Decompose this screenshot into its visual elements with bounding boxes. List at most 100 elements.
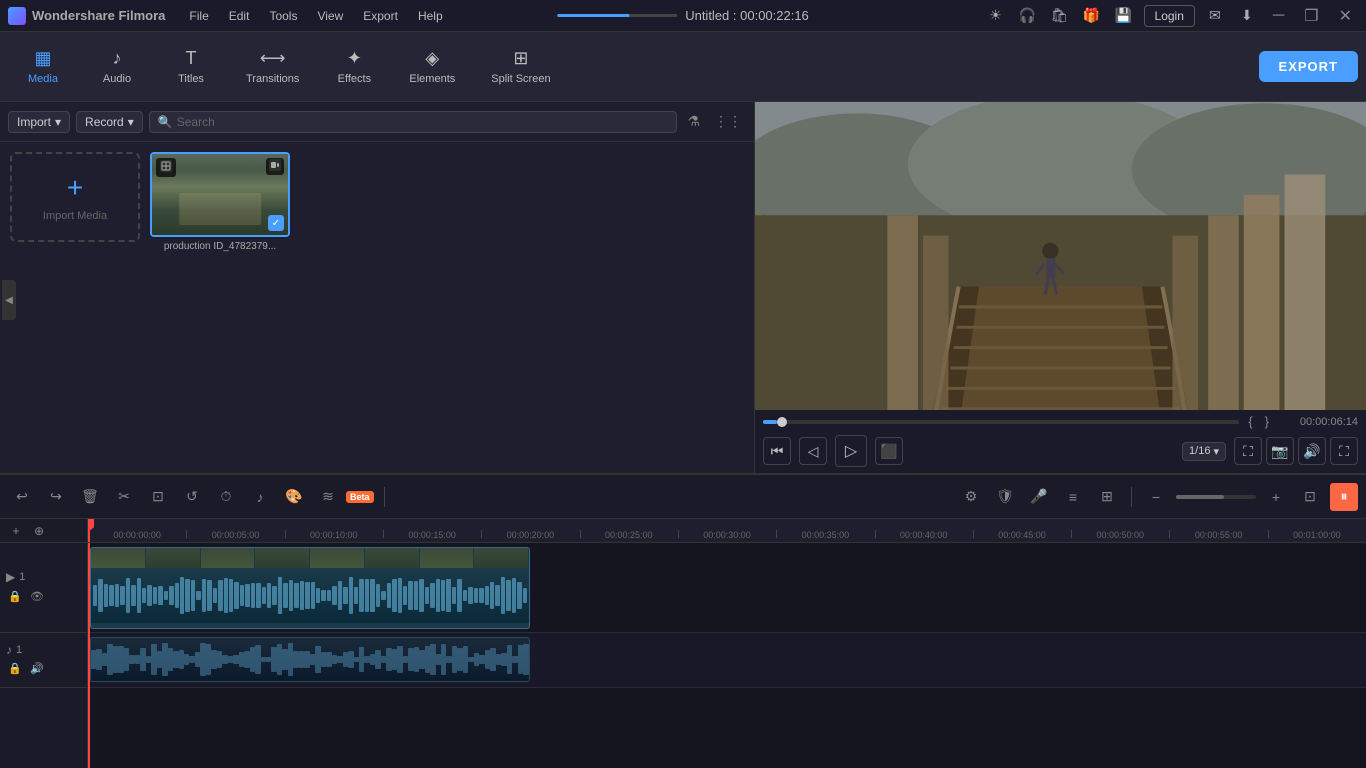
snap-button[interactable]: ⊕ xyxy=(29,521,49,541)
gift2-icon[interactable]: 🎁 xyxy=(1080,4,1104,28)
ruler-tick: 00:00:15:00 xyxy=(383,530,481,540)
mark-out-button[interactable]: } xyxy=(1262,414,1272,429)
timeline-ruler-area: 00:00:00:0000:00:05:0000:00:10:0000:00:1… xyxy=(88,519,1366,768)
waveform-bar xyxy=(256,583,260,609)
lock-track-button[interactable]: 🔒 xyxy=(6,587,24,605)
grid-view-icon[interactable]: ⋮⋮ xyxy=(710,111,746,132)
toolbar-titles[interactable]: T Titles xyxy=(156,40,226,93)
stop-button[interactable]: ⬛ xyxy=(875,437,903,465)
audio-button[interactable]: ♪ xyxy=(246,483,274,511)
audio-clip[interactable] xyxy=(90,637,530,682)
audio-waveform-bar xyxy=(386,648,391,672)
toolbar-elements[interactable]: ◈ Elements xyxy=(393,40,471,93)
waveform-bar xyxy=(446,579,450,612)
volume-icon[interactable]: 🔊 xyxy=(1298,437,1326,465)
settings-icon[interactable]: ⛶ xyxy=(1330,437,1358,465)
zoom-track xyxy=(1176,495,1256,499)
collapse-panel-button[interactable]: ◀ xyxy=(2,280,16,320)
import-dropdown[interactable]: Import ▾ xyxy=(8,111,70,133)
media-thumbnail[interactable]: ✓ xyxy=(150,152,290,237)
rotate-button[interactable]: ↺ xyxy=(178,483,206,511)
menu-export[interactable]: Export xyxy=(355,5,406,27)
minimize-button[interactable]: ─ xyxy=(1267,7,1290,25)
toolbar: ▦ Media ♪ Audio T Titles ⟷ Transitions ✦… xyxy=(0,32,1366,102)
speed-button[interactable]: ⏱ xyxy=(212,483,240,511)
audio-waveform-bar xyxy=(397,646,402,672)
toolbar-split-screen[interactable]: ⊞ Split Screen xyxy=(475,40,566,93)
waveform-bar xyxy=(115,584,119,608)
undo-button[interactable]: ↩ xyxy=(8,483,36,511)
shield-icon[interactable]: 🛡 xyxy=(991,483,1019,511)
waveform-bar xyxy=(349,577,353,613)
step-back-button[interactable]: ⏮ xyxy=(763,437,791,465)
import-media-button[interactable]: + Import Media xyxy=(10,152,140,242)
waveform-bar xyxy=(300,581,304,611)
panel-toolbar: Import ▾ Record ▾ 🔍 ⚗ ⋮⋮ xyxy=(0,102,754,142)
save-icon[interactable]: 💾 xyxy=(1112,4,1136,28)
audio-waveform-bar xyxy=(233,655,238,664)
crop-button[interactable]: ⊡ xyxy=(144,483,172,511)
gift-icon[interactable]: 🛍 xyxy=(1048,4,1072,28)
hide-track-button[interactable]: 👁 xyxy=(28,587,46,605)
toolbar-audio[interactable]: ♪ Audio xyxy=(82,40,152,93)
menu-view[interactable]: View xyxy=(309,5,351,27)
waveform-bar xyxy=(131,585,135,606)
media-item[interactable]: ✓ production ID_4782379... xyxy=(150,152,290,252)
timeline-thumb[interactable] xyxy=(777,417,787,427)
toolbar-media[interactable]: ▦ Media xyxy=(8,40,78,93)
toolbar-transitions[interactable]: ⟷ Transitions xyxy=(230,40,315,93)
video-clip[interactable]: ▶ production ID_4782379 (1) xyxy=(90,547,530,629)
sun-icon[interactable]: ☀ xyxy=(984,4,1008,28)
ruler-tick: 00:00:45:00 xyxy=(973,530,1071,540)
snapshot-icon[interactable]: 📷 xyxy=(1266,437,1294,465)
message-icon[interactable]: ✉ xyxy=(1203,4,1227,28)
menu-tools[interactable]: Tools xyxy=(261,5,305,27)
preview-scrubber[interactable] xyxy=(763,420,1239,424)
cut-button[interactable]: ✂ xyxy=(110,483,138,511)
preview-panel: { } 00:00:06:14 ⏮ ◁ ▷ ⬛ 1/16 ▾ ⛶ 📷 🔊 ⛶ xyxy=(755,102,1366,473)
waveform-bar xyxy=(474,588,478,604)
toolbar-effects[interactable]: ✦ Effects xyxy=(319,40,389,93)
ruler-tick: 00:00:20:00 xyxy=(481,530,579,540)
search-input[interactable] xyxy=(177,115,669,129)
fit-timeline-button[interactable]: ⊡ xyxy=(1296,483,1324,511)
effects-icon: ✦ xyxy=(347,48,362,69)
layers-icon[interactable]: ≡ xyxy=(1059,483,1087,511)
timeline-right-tools: ⚙ 🛡 🎤 ≡ ⊞ − + ⊡ ⏸ xyxy=(957,483,1358,511)
pip-icon[interactable]: ⊞ xyxy=(1093,483,1121,511)
delete-button[interactable]: 🗑 xyxy=(76,483,104,511)
zoom-out-icon[interactable]: − xyxy=(1142,483,1170,511)
headphone-icon[interactable]: 🎧 xyxy=(1016,4,1040,28)
record-dropdown[interactable]: Record ▾ xyxy=(76,111,143,133)
timeline-playhead[interactable] xyxy=(88,519,90,542)
zoom-in-icon[interactable]: + xyxy=(1262,483,1290,511)
timeline-pause-icon[interactable]: ⏸ xyxy=(1330,483,1358,511)
quality-select[interactable]: 1/16 ▾ xyxy=(1182,442,1226,461)
audio-track-header: ♪ 1 🔒 🔊 xyxy=(0,633,87,688)
lock-audio-button[interactable]: 🔒 xyxy=(6,660,24,678)
microphone-icon[interactable]: 🎤 xyxy=(1025,483,1053,511)
menu-edit[interactable]: Edit xyxy=(221,5,258,27)
audio-waveform-bar xyxy=(512,656,517,662)
zoom-slider[interactable] xyxy=(1176,495,1256,499)
import-media-label: Import Media xyxy=(43,210,107,222)
color-button[interactable]: 🎨 xyxy=(280,483,308,511)
close-button[interactable]: ✕ xyxy=(1333,6,1358,26)
timeline-settings-icon[interactable]: ⚙ xyxy=(957,483,985,511)
volume-audio-button[interactable]: 🔊 xyxy=(28,660,46,678)
mark-in-button[interactable]: { xyxy=(1245,414,1255,429)
ai-audio-button[interactable]: ≋ xyxy=(314,483,342,511)
export-button[interactable]: EXPORT xyxy=(1259,51,1358,82)
download-icon[interactable]: ⬇ xyxy=(1235,4,1259,28)
menu-help[interactable]: Help xyxy=(410,5,451,27)
redo-button[interactable]: ↪ xyxy=(42,483,70,511)
frame-back-button[interactable]: ◁ xyxy=(799,437,827,465)
fullscreen-icon[interactable]: ⛶ xyxy=(1234,437,1262,465)
filter-icon[interactable]: ⚗ xyxy=(683,111,704,132)
menu-file[interactable]: File xyxy=(181,5,216,27)
login-button[interactable]: Login xyxy=(1144,5,1195,27)
play-button[interactable]: ▷ xyxy=(835,435,867,467)
add-track-button[interactable]: + xyxy=(6,521,26,541)
restore-button[interactable]: ❐ xyxy=(1298,6,1324,26)
search-box[interactable]: 🔍 xyxy=(149,111,678,133)
